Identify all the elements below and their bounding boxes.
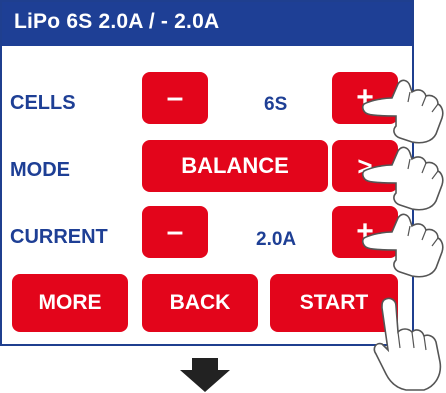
start-label: START [299, 291, 369, 314]
hand-pointer-icon [362, 146, 444, 211]
more-button[interactable]: MORE [12, 274, 128, 332]
page-title: LiPo 6S 2.0A / - 2.0A [14, 10, 220, 33]
arrow-down-icon [180, 358, 230, 392]
hand-pointer-icon [373, 297, 442, 391]
mode-label: MODE [10, 159, 70, 181]
mode-value: BALANCE [181, 153, 289, 178]
mode-select-button[interactable]: BALANCE [142, 140, 328, 192]
title-bar: LiPo 6S 2.0A / - 2.0A [2, 2, 412, 46]
cells-value: 6S [264, 94, 288, 115]
back-label: BACK [169, 291, 231, 314]
cells-decrease-button[interactable]: – [142, 72, 208, 124]
charger-screen: LiPo 6S 2.0A / - 2.0A CELLS – 6S + MODE … [0, 0, 414, 346]
current-value: 2.0A [256, 229, 297, 250]
current-label: CURRENT [10, 226, 108, 248]
more-label: MORE [38, 291, 102, 314]
back-button[interactable]: BACK [142, 274, 258, 332]
current-decrease-button[interactable]: – [142, 206, 208, 258]
hand-pointer-icon [362, 79, 444, 144]
minus-icon: – [166, 215, 184, 248]
hand-pointer-icon [362, 213, 444, 278]
minus-icon: – [166, 81, 184, 114]
cells-label: CELLS [10, 92, 76, 114]
